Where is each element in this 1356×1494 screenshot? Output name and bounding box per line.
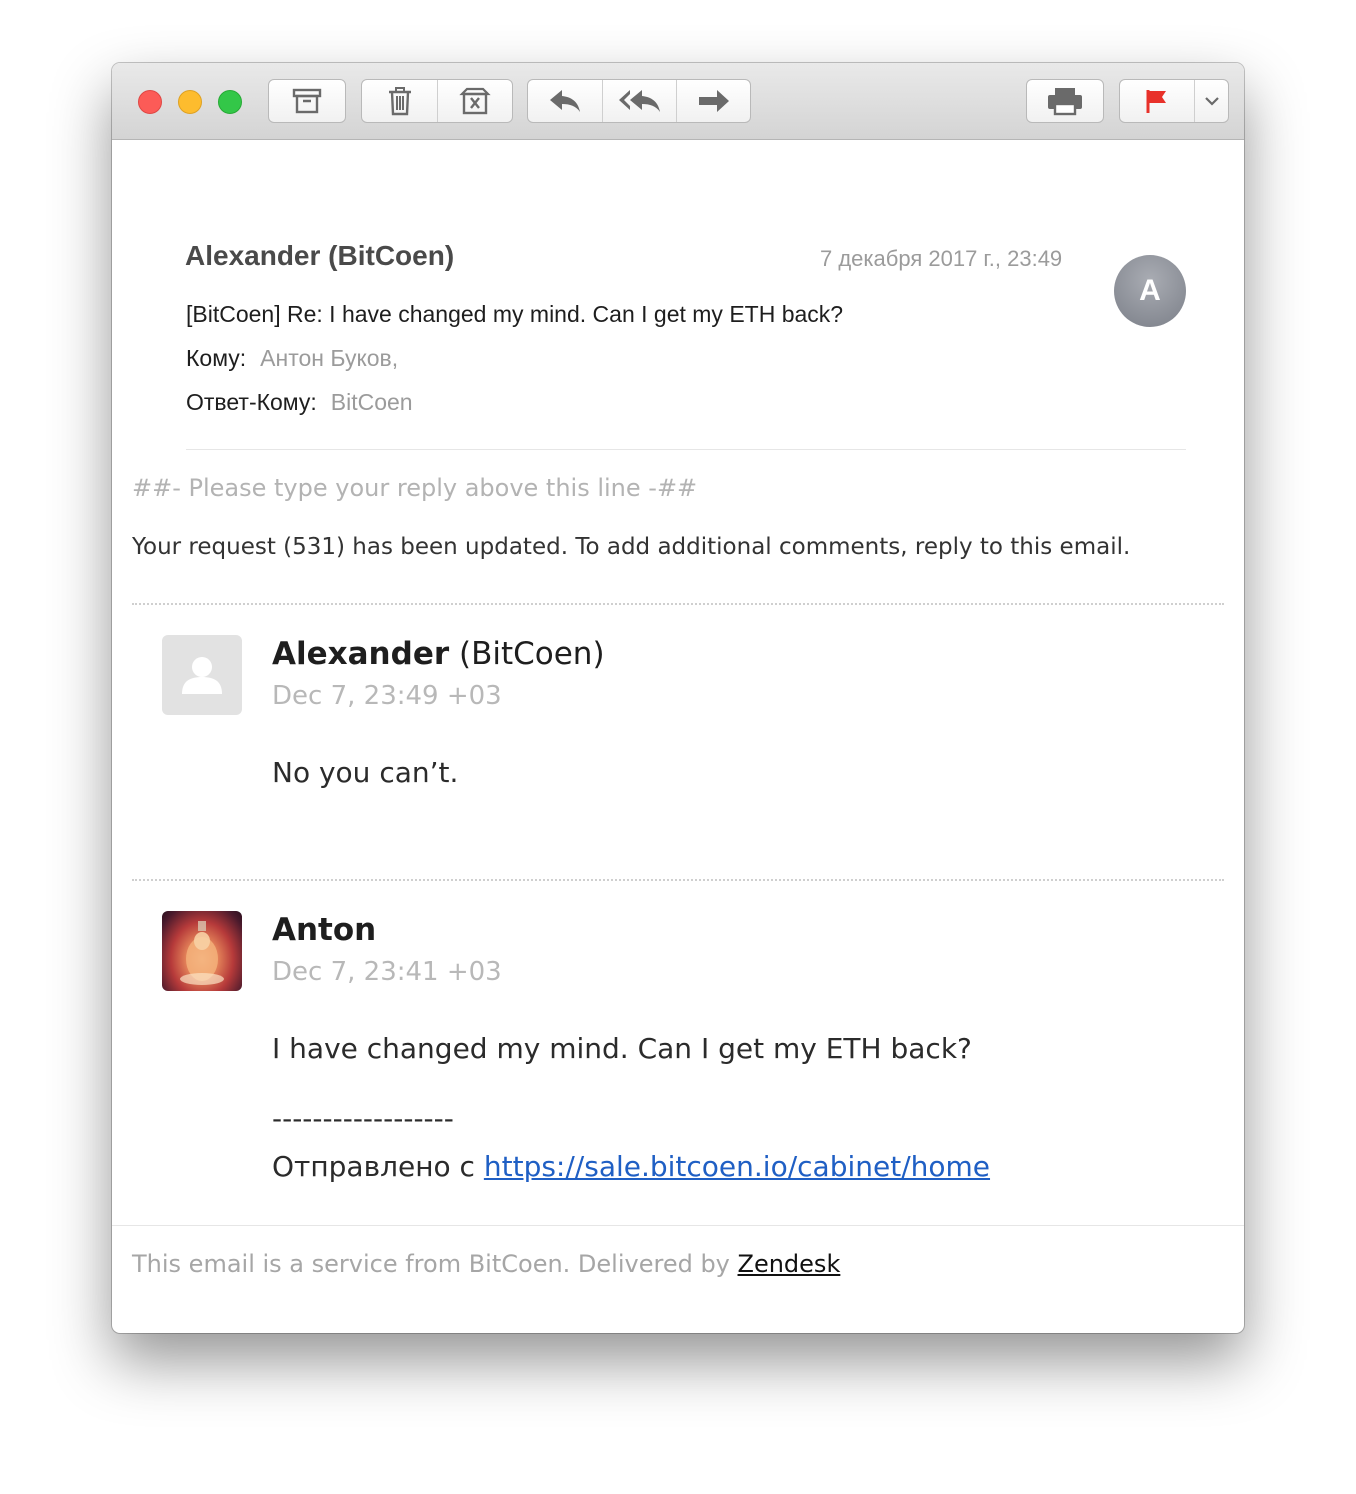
reply-to-label: Ответ-Кому: — [186, 389, 317, 415]
message-content: Alexander (BitCoen) 7 декабря 2017 г., 2… — [112, 140, 1244, 1333]
message-date: 7 декабря 2017 г., 23:49 — [820, 246, 1063, 271]
comment-avatar — [162, 911, 242, 991]
comment-author: Alexander (BitCoen) — [272, 636, 605, 672]
avatar-image — [180, 921, 224, 985]
chevron-down-icon — [1204, 96, 1219, 106]
comment-divider — [132, 603, 1224, 605]
flag-icon — [1145, 88, 1169, 114]
comment-author-name: Alexander — [272, 636, 450, 672]
comment-date: Dec 7, 23:41 +03 — [272, 957, 502, 987]
reply-group — [527, 79, 751, 123]
sender-name: Alexander (BitCoen) — [185, 240, 455, 271]
reply-to-recipient[interactable]: BitCoen — [331, 389, 413, 415]
footer-text: This email is a service from BitCoen. De… — [132, 1250, 738, 1278]
comment-author-name: Anton — [272, 912, 377, 948]
comment-author-org: (BitCoen) — [449, 636, 605, 672]
comment-text: I have changed my mind. Can I get my ETH… — [272, 1032, 972, 1065]
delete-button[interactable] — [362, 80, 437, 122]
archive-group — [268, 79, 346, 123]
to-label: Кому: — [186, 345, 247, 371]
update-notice: Your request (531) has been updated. To … — [132, 534, 1131, 560]
comment-divider — [132, 879, 1224, 881]
mail-window: Alexander (BitCoen) 7 декабря 2017 г., 2… — [112, 63, 1244, 1333]
reply-all-icon — [618, 88, 662, 114]
reply-button[interactable] — [528, 80, 602, 122]
delete-group — [361, 79, 513, 123]
signature-separator: ------------------ — [272, 1102, 454, 1135]
comment-author: Anton — [272, 912, 376, 948]
archive-button[interactable] — [269, 80, 345, 122]
header-divider — [186, 449, 1186, 450]
message-subject: [BitCoen] Re: I have changed my mind. Ca… — [186, 301, 844, 327]
close-window-button[interactable] — [138, 90, 162, 114]
comment-avatar-placeholder — [162, 635, 242, 715]
to-row: Кому: Антон Буков, — [186, 345, 398, 372]
comment-text: No you can’t. — [272, 756, 459, 789]
flag-group — [1119, 79, 1229, 123]
to-recipient[interactable]: Антон Буков, — [260, 345, 398, 371]
toolbar — [112, 63, 1244, 140]
reply-above-line: ##- Please type your reply above this li… — [132, 474, 698, 502]
trash-icon — [387, 86, 413, 116]
archive-icon — [292, 87, 322, 115]
print-group — [1026, 79, 1104, 123]
signature-link[interactable]: https://sale.bitcoen.io/cabinet/home — [484, 1150, 990, 1183]
footer: This email is a service from BitCoen. De… — [132, 1250, 840, 1278]
reply-icon — [548, 88, 582, 114]
forward-button[interactable] — [676, 80, 750, 122]
comment-date: Dec 7, 23:49 +03 — [272, 681, 502, 711]
forward-icon — [697, 88, 731, 114]
reply-to-row: Ответ-Кому: BitCoen — [186, 389, 413, 416]
user-icon — [162, 657, 242, 715]
avatar: A — [1114, 255, 1186, 327]
zendesk-link[interactable]: Zendesk — [738, 1250, 841, 1278]
zoom-window-button[interactable] — [218, 90, 242, 114]
junk-icon — [459, 86, 491, 116]
signature-line: Отправлено с https://sale.bitcoen.io/cab… — [272, 1150, 990, 1183]
reply-all-button[interactable] — [602, 80, 676, 122]
signature-prefix: Отправлено с — [272, 1150, 484, 1183]
print-icon — [1046, 86, 1084, 116]
junk-button[interactable] — [437, 80, 512, 122]
flag-button[interactable] — [1120, 80, 1194, 122]
print-button[interactable] — [1027, 80, 1103, 122]
footer-divider — [112, 1225, 1244, 1226]
minimize-window-button[interactable] — [178, 90, 202, 114]
flag-menu-button[interactable] — [1194, 80, 1228, 122]
